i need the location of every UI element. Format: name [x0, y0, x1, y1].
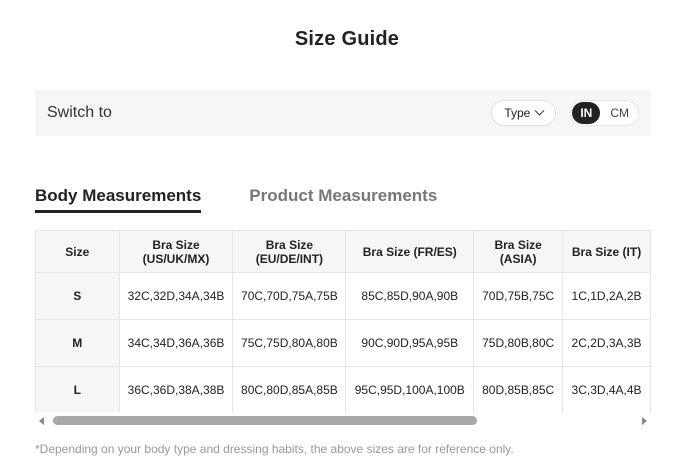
size-table: Size Bra Size (US/UK/MX) Bra Size (EU/DE/I… — [35, 230, 651, 412]
table-cell: 34C,34D,36A,36B — [118, 319, 234, 367]
table-cell: 32C,32D,34A,34B — [118, 272, 234, 320]
table-cell: 75D,80B,80C — [473, 319, 564, 367]
scroll-left-arrow-icon[interactable] — [39, 417, 44, 425]
tab-body-measurements[interactable]: Body Measurements — [35, 186, 202, 213]
header-bra-size-asia: Bra Size (ASIA) — [473, 230, 564, 273]
tab-product-measurements[interactable]: Product Measurements — [249, 186, 437, 213]
reference-footnote: *Depending on your body type and dressin… — [35, 442, 514, 456]
header-bra-size-it: Bra Size (IT) — [562, 230, 651, 273]
table-row: M 34C,34D,36A,36B 75C,75D,80A,80B 90C,90… — [35, 319, 651, 367]
header-size: Size — [35, 230, 120, 273]
size-table-container: Size Bra Size (US/UK/MX) Bra Size (EU/DE/I… — [35, 230, 651, 412]
table-cell: 85C,85D,90A,90B — [345, 272, 475, 320]
table-cell: 95C,95D,100A,100B — [345, 366, 475, 412]
table-cell: 1C,1D,2A,2B — [562, 272, 651, 320]
table-cell-size: M — [35, 319, 120, 367]
table-cell: 80D,85B,85C — [473, 366, 564, 412]
table-cell: 70C,70D,75A,75B — [232, 272, 347, 320]
table-row: S 32C,32D,34A,34B 70C,70D,75A,75B 85C,85… — [35, 272, 651, 320]
header-bra-size-fr: Bra Size (FR/ES) — [345, 230, 475, 273]
header-bra-size-us: Bra Size (US/UK/MX) — [118, 230, 234, 273]
switch-label: Switch to — [47, 104, 112, 121]
table-row: L 36C,36D,38A,38B 80C,80D,85A,85B 95C,95… — [35, 366, 651, 412]
page-title: Size Guide — [294, 28, 400, 50]
table-cell: 75C,75D,80A,80B — [232, 319, 347, 367]
table-cell: 90C,90D,95A,95B — [345, 319, 475, 367]
table-cell: 80C,80D,85A,85B — [232, 366, 347, 412]
unit-toggle: IN CM — [570, 100, 639, 126]
table-cell: 70D,75B,75C — [473, 272, 564, 320]
table-header-row: Size Bra Size (US/UK/MX) Bra Size (EU/DE/I… — [35, 230, 651, 273]
table-cell-size: S — [35, 272, 120, 320]
unit-in-button[interactable]: IN — [572, 102, 601, 124]
horizontal-scrollbar[interactable] — [35, 414, 651, 428]
table-cell: 3C,3D,4A,4B — [562, 366, 651, 412]
measurement-tabs: Body Measurements Product Measurements — [35, 186, 437, 213]
table-cell: 36C,36D,38A,38B — [118, 366, 234, 412]
type-dropdown-button[interactable]: Type — [491, 100, 557, 126]
unit-switch-bar: Switch to Type IN CM — [35, 90, 651, 136]
table-cell-size: L — [35, 366, 120, 412]
scrollbar-thumb[interactable] — [53, 416, 477, 425]
table-cell: 2C,2D,3A,3B — [562, 319, 651, 367]
scroll-right-arrow-icon[interactable] — [642, 417, 647, 425]
unit-cm-button[interactable]: CM — [602, 102, 637, 124]
type-dropdown-label: Type — [504, 106, 531, 120]
header-bra-size-eu: Bra Size (EU/DE/INT) — [232, 230, 347, 273]
chevron-down-icon — [534, 105, 545, 116]
